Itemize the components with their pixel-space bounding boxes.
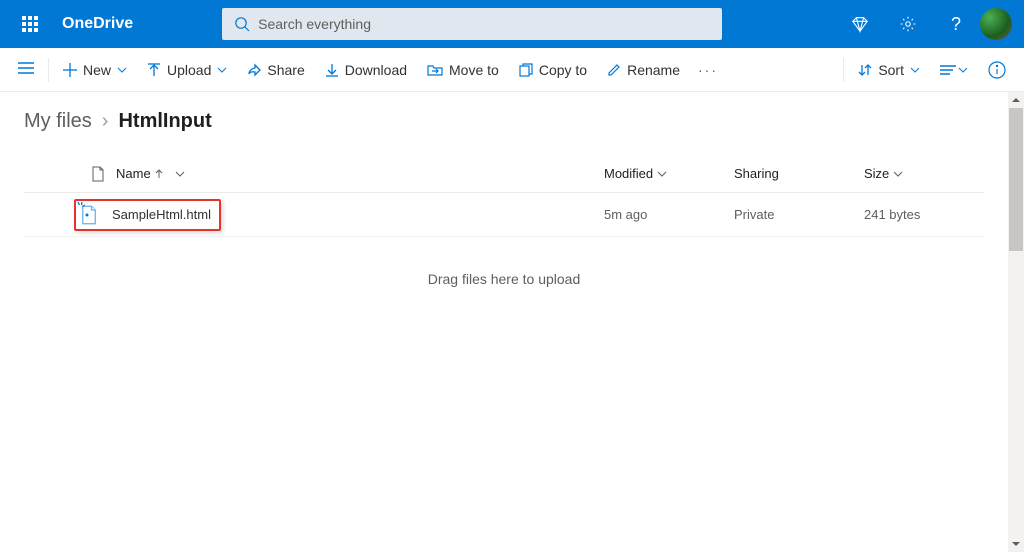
drag-upload-hint: Drag files here to upload [24, 237, 984, 321]
file-modified: 5m ago [604, 207, 647, 222]
sort-icon [858, 63, 872, 77]
new-label: New [83, 62, 111, 78]
col-size-header[interactable]: Size [864, 166, 889, 181]
list-view-icon [940, 64, 956, 76]
scroll-up-arrow[interactable] [1008, 92, 1024, 108]
search-icon [234, 16, 250, 32]
html-file-icon [80, 205, 98, 225]
col-name-header[interactable]: Name [116, 166, 151, 181]
col-sharing-header[interactable]: Sharing [734, 166, 779, 181]
upload-button[interactable]: Upload [137, 54, 237, 86]
download-icon [325, 63, 339, 77]
nav-toggle-icon[interactable] [8, 61, 44, 78]
user-avatar[interactable] [980, 8, 1012, 40]
plus-icon [63, 63, 77, 77]
vertical-scrollbar[interactable] [1008, 92, 1024, 552]
help-icon[interactable]: ? [932, 0, 980, 48]
download-button[interactable]: Download [315, 54, 417, 86]
view-button[interactable] [930, 54, 978, 86]
table-header: Name Modified Sharing Size [24, 155, 984, 193]
breadcrumb: My files › HtmlInput [24, 110, 1000, 133]
table-row[interactable]: SampleHtml.html 5m ago Private 241 bytes [24, 193, 984, 237]
file-list: Name Modified Sharing Size [24, 155, 984, 321]
upload-icon [147, 63, 161, 77]
copyto-label: Copy to [539, 62, 587, 78]
sort-label: Sort [878, 62, 904, 78]
col-modified-header[interactable]: Modified [604, 166, 653, 181]
share-label: Share [267, 62, 304, 78]
upload-label: Upload [167, 62, 211, 78]
chevron-down-icon [958, 65, 968, 75]
chevron-down-icon [217, 65, 227, 75]
sort-button[interactable]: Sort [848, 54, 930, 86]
selected-file-highlight: SampleHtml.html [74, 199, 221, 231]
share-button[interactable]: Share [237, 54, 314, 86]
info-button[interactable] [978, 54, 1016, 86]
file-name[interactable]: SampleHtml.html [112, 207, 211, 222]
rename-button[interactable]: Rename [597, 54, 690, 86]
brand-title: OneDrive [54, 15, 157, 33]
file-type-column-icon[interactable] [91, 166, 105, 182]
app-launcher-icon[interactable] [6, 0, 54, 48]
file-sharing: Private [734, 207, 774, 222]
search-placeholder: Search everything [258, 16, 371, 32]
chevron-down-icon[interactable] [893, 169, 903, 179]
breadcrumb-separator: › [102, 110, 109, 133]
chevron-down-icon [910, 65, 920, 75]
moveto-label: Move to [449, 62, 499, 78]
breadcrumb-root[interactable]: My files [24, 110, 92, 133]
rename-label: Rename [627, 62, 680, 78]
sort-asc-icon [155, 169, 163, 179]
moveto-button[interactable]: Move to [417, 54, 509, 86]
chevron-down-icon[interactable] [657, 169, 667, 179]
info-icon [988, 61, 1006, 79]
more-button[interactable]: ··· [690, 62, 726, 78]
new-button[interactable]: New [53, 54, 137, 86]
scroll-thumb[interactable] [1009, 108, 1023, 251]
app-header: OneDrive Search everything ? [0, 0, 1024, 48]
copyto-button[interactable]: Copy to [509, 54, 597, 86]
chevron-down-icon [117, 65, 127, 75]
premium-icon[interactable] [836, 0, 884, 48]
command-bar: New Upload Share Download Move to Copy t… [0, 48, 1024, 92]
scroll-down-arrow[interactable] [1008, 536, 1024, 552]
rename-icon [607, 63, 621, 77]
moveto-icon [427, 63, 443, 77]
new-indicator-icon [75, 202, 85, 212]
chevron-down-icon[interactable] [175, 169, 185, 179]
file-size: 241 bytes [864, 207, 920, 222]
search-input[interactable]: Search everything [222, 8, 722, 40]
share-icon [247, 63, 261, 77]
copyto-icon [519, 63, 533, 77]
settings-icon[interactable] [884, 0, 932, 48]
download-label: Download [345, 62, 407, 78]
breadcrumb-current: HtmlInput [118, 110, 211, 133]
